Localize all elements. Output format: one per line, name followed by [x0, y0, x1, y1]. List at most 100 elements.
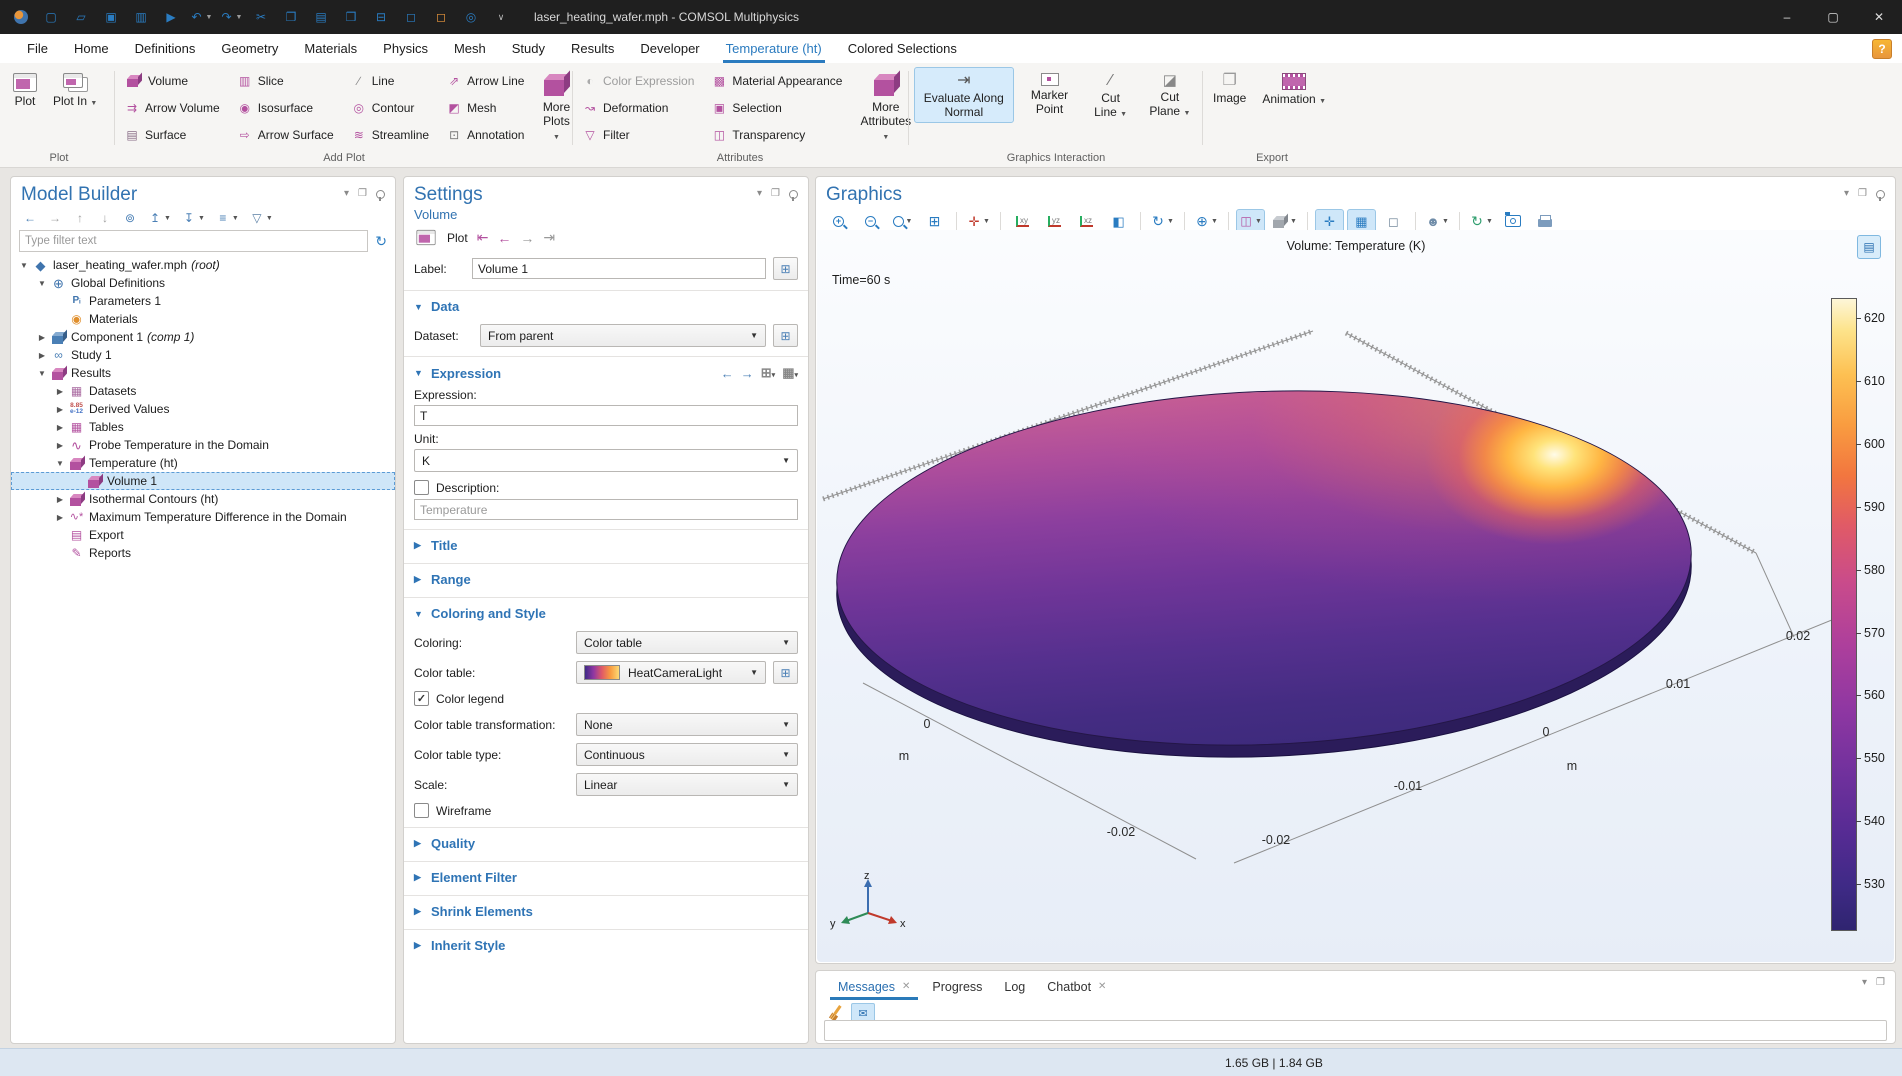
- marker-point-button[interactable]: Marker Point: [1020, 67, 1080, 120]
- expand-icon[interactable]: ▶: [53, 513, 67, 522]
- unit-select[interactable]: K▼: [414, 449, 798, 472]
- collapse-icon[interactable]: ▼: [35, 279, 49, 288]
- copy-button[interactable]: ❐: [277, 5, 305, 29]
- filter-button[interactable]: ▽Filter: [576, 121, 701, 148]
- tab-materials[interactable]: Materials: [291, 34, 370, 63]
- expression-table-icon[interactable]: ▦▾: [782, 365, 798, 381]
- coloring-select[interactable]: Color table▼: [576, 631, 798, 654]
- collapse-icon[interactable]: ▼: [414, 368, 422, 378]
- tab-mesh[interactable]: Mesh: [441, 34, 499, 63]
- tree-node-component-1[interactable]: ▶Component 1(comp 1): [11, 328, 395, 346]
- panel-menu-icon[interactable]: ▾: [1844, 188, 1849, 199]
- plot-button[interactable]: Plot: [447, 231, 468, 245]
- messages-content[interactable]: [824, 1020, 1887, 1041]
- tab-definitions[interactable]: Definitions: [122, 34, 209, 63]
- material-appearance-button[interactable]: ▩Material Appearance: [705, 67, 849, 94]
- contour-button[interactable]: ◎Contour: [345, 94, 436, 121]
- float-panel-icon[interactable]: ❐: [358, 188, 367, 199]
- expression-input[interactable]: [414, 405, 798, 426]
- line-button[interactable]: ∕Line: [345, 67, 436, 94]
- go-back-button[interactable]: ←: [23, 212, 37, 224]
- minimize-button[interactable]: –: [1764, 0, 1810, 34]
- tab-log[interactable]: Log: [994, 974, 1035, 999]
- plot-in-button[interactable]: Plot In ▼: [48, 67, 102, 112]
- collapse-icon[interactable]: ▼: [53, 459, 67, 468]
- tab-progress[interactable]: Progress: [922, 974, 992, 999]
- tree-node-temperature-ht[interactable]: ▼Temperature (ht): [11, 454, 395, 472]
- panel-menu-icon[interactable]: ▾: [1862, 977, 1867, 988]
- tree-node-study-1[interactable]: ▶∞Study 1: [11, 346, 395, 364]
- plot-button[interactable]: Plot: [8, 67, 42, 112]
- node-text-button[interactable]: ≡▼: [216, 212, 239, 224]
- clear-messages-icon[interactable]: [828, 1005, 844, 1021]
- mesh-button[interactable]: ◩Mesh: [440, 94, 531, 121]
- maximize-button[interactable]: ▢: [1810, 0, 1856, 34]
- expand-icon[interactable]: ▶: [53, 495, 67, 504]
- tab-physics[interactable]: Physics: [370, 34, 441, 63]
- close-tab-icon[interactable]: ✕: [902, 981, 910, 992]
- streamline-button[interactable]: ≋Streamline: [345, 121, 436, 148]
- pin-panel-icon[interactable]: [789, 190, 798, 199]
- expand-icon[interactable]: ▶: [35, 351, 49, 360]
- cut-plane-button[interactable]: ◪Cut Plane ▼: [1142, 67, 1198, 122]
- color-legend-checkbox[interactable]: [414, 691, 429, 706]
- tree-filter-input[interactable]: [19, 230, 368, 252]
- float-panel-icon[interactable]: ❐: [1876, 977, 1885, 988]
- expand-icon[interactable]: ▶: [414, 574, 422, 585]
- collapse-all-button[interactable]: ↥▼: [148, 212, 171, 224]
- arrow-volume-button[interactable]: ⇉Arrow Volume: [118, 94, 227, 121]
- animation-button[interactable]: Animation ▼: [1257, 67, 1331, 110]
- expand-icon[interactable]: ▶: [414, 940, 422, 951]
- selection-button[interactable]: ▣Selection: [705, 94, 849, 121]
- color-table-type-select[interactable]: Continuous▼: [576, 743, 798, 766]
- tree-node-results[interactable]: ▼Results: [11, 364, 395, 382]
- tree-node-isothermal-contours-ht[interactable]: ▶Isothermal Contours (ht): [11, 490, 395, 508]
- dataset-options-button[interactable]: ⊞: [773, 324, 798, 347]
- first-plot-icon[interactable]: ⇤: [477, 229, 489, 246]
- isosurface-button[interactable]: ◉Isosurface: [231, 94, 341, 121]
- redo-button[interactable]: ↷▼: [217, 5, 245, 29]
- tab-study[interactable]: Study: [499, 34, 558, 63]
- previous-plot-icon[interactable]: ←: [497, 230, 511, 246]
- toolbar-overflow-button[interactable]: ∨: [487, 5, 515, 29]
- select-box-button[interactable]: ◻: [397, 5, 425, 29]
- expand-icon[interactable]: ▶: [53, 387, 67, 396]
- new-file-button[interactable]: ▢: [37, 5, 65, 29]
- tree-node-global-definitions[interactable]: ▼⊕Global Definitions: [11, 274, 395, 292]
- tree-node-tables[interactable]: ▶▦Tables: [11, 418, 395, 436]
- expand-icon[interactable]: ▶: [414, 540, 422, 551]
- tree-filter-button[interactable]: ▽▼: [250, 212, 273, 224]
- color-table-select[interactable]: HeatCameraLight▼: [576, 661, 766, 684]
- duplicate-button[interactable]: ❒: [337, 5, 365, 29]
- tab-file[interactable]: File: [14, 34, 61, 63]
- tab-messages[interactable]: Messages✕: [828, 974, 920, 999]
- pin-panel-icon[interactable]: [376, 190, 385, 199]
- close-button[interactable]: ✕: [1856, 0, 1902, 34]
- move-down-button[interactable]: ↓: [98, 212, 112, 224]
- expand-icon[interactable]: ▶: [414, 838, 422, 849]
- color-expression-button[interactable]: ◐Color Expression: [576, 67, 701, 94]
- tree-node-parameters-1[interactable]: PᵢParameters 1: [11, 292, 395, 310]
- expand-icon[interactable]: ▶: [414, 906, 422, 917]
- tab-chatbot[interactable]: Chatbot✕: [1037, 974, 1116, 999]
- refresh-icon[interactable]: ↻: [375, 233, 387, 250]
- paste-button[interactable]: ▤: [307, 5, 335, 29]
- color-table-options-button[interactable]: ⊞: [773, 661, 798, 684]
- move-up-button[interactable]: ↑: [73, 212, 87, 224]
- panel-menu-icon[interactable]: ▾: [757, 188, 762, 199]
- tree-node-volume-1[interactable]: Volume 1: [11, 472, 395, 490]
- delete-button[interactable]: ⊟: [367, 5, 395, 29]
- cut-line-button[interactable]: ∕Cut Line ▼: [1085, 67, 1135, 123]
- float-panel-icon[interactable]: ❐: [1858, 188, 1867, 199]
- label-input[interactable]: [472, 258, 766, 279]
- wireframe-checkbox[interactable]: [414, 803, 429, 818]
- show-button[interactable]: ⊚: [123, 212, 137, 224]
- tab-colored-selections[interactable]: Colored Selections: [835, 34, 970, 63]
- slice-button[interactable]: ▥Slice: [231, 67, 341, 94]
- image-button[interactable]: ❐Image: [1208, 67, 1251, 109]
- insert-expression-icon[interactable]: →: [741, 366, 754, 381]
- tree-node-probe-temperature-in-the-domain[interactable]: ▶∿Probe Temperature in the Domain: [11, 436, 395, 454]
- dataset-select[interactable]: From parent▼: [480, 324, 766, 347]
- find-button[interactable]: ◎: [457, 5, 485, 29]
- collapse-icon[interactable]: ▼: [35, 369, 49, 378]
